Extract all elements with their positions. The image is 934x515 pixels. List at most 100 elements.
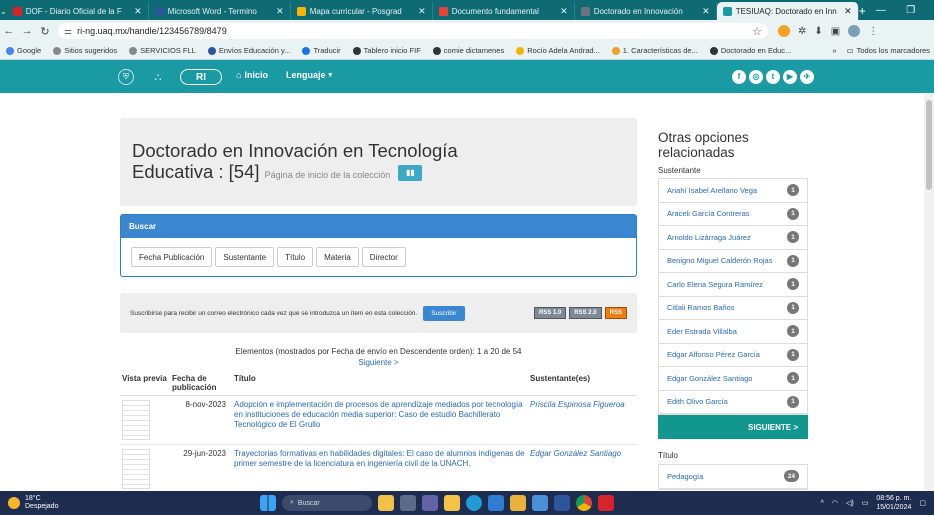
bookmark-item[interactable]: Traducir <box>302 46 341 55</box>
extension-icon[interactable] <box>778 25 790 37</box>
sidebar-facet-item[interactable]: Carlo Elena Segura Ramírez 1 <box>659 273 807 297</box>
tab-close-icon[interactable]: ✕ <box>276 6 284 17</box>
site-info-icon[interactable]: ⚌ <box>64 26 72 37</box>
tab-close-icon[interactable]: ✕ <box>560 6 568 17</box>
sidebar-facet-item[interactable]: Anahí Isabel Arellano Vega 1 <box>659 179 807 203</box>
battery-icon[interactable]: ▭ <box>862 499 869 507</box>
twitter-icon[interactable]: t <box>766 69 780 84</box>
nav-language-dropdown[interactable]: Lenguaje ▾ <box>286 70 332 80</box>
nav-home-link[interactable]: ⌂ Inicio <box>236 70 268 80</box>
browser-tab-2[interactable]: Mapa curricular - Posgrad ✕ <box>291 2 433 20</box>
sidebar-facet-item[interactable]: Arnoldo Lizárraga Juárez 1 <box>659 226 807 250</box>
tab-close-icon[interactable]: ✕ <box>134 6 142 17</box>
subscribe-button[interactable]: Suscribir <box>423 305 465 321</box>
browse-button[interactable]: Sustentante <box>215 247 275 267</box>
menu-icon[interactable]: ⋮ <box>868 26 878 37</box>
listing-next-link[interactable]: Siguiente > <box>120 358 637 367</box>
edge-icon[interactable] <box>466 495 482 511</box>
browse-button[interactable]: Director <box>361 247 406 267</box>
rss-feed-button[interactable]: RSS <box>604 307 627 319</box>
bookmark-item[interactable]: SERVICIOS FLL <box>129 46 196 55</box>
store-icon[interactable] <box>488 495 504 511</box>
bookmark-item[interactable]: Sitios sugeridos <box>53 46 117 55</box>
bookmark-star-icon[interactable]: ☆ <box>752 25 762 38</box>
sidepanel-icon[interactable]: ▣ <box>831 26 840 37</box>
document-thumbnail[interactable] <box>122 449 150 489</box>
author-cell[interactable]: Priscila Espinosa Figueroa <box>528 395 637 445</box>
item-title-link[interactable]: Trayectorias formativas en habilidades d… <box>234 449 525 468</box>
bookmark-item[interactable]: Doctorado en Educ... <box>709 46 791 55</box>
sidebar-facet-item[interactable]: Eder Estrada Villalba 1 <box>659 320 807 344</box>
sidebar-facet-item[interactable]: Benigno Miguel Calderón Rojas 1 <box>659 250 807 273</box>
bookmark-item[interactable]: 1. Características de... <box>611 46 698 55</box>
rss-feed-button[interactable]: RSS 1.0 <box>533 307 567 319</box>
chrome-icon[interactable] <box>576 495 592 511</box>
bookmark-item[interactable]: Tablero inicio FIF <box>352 46 421 55</box>
notifications-icon[interactable]: ▢ <box>919 499 926 507</box>
widgets-icon[interactable] <box>378 495 394 511</box>
tab-close-icon[interactable]: ✕ <box>844 6 852 17</box>
bookmark-item[interactable]: Google <box>6 46 41 55</box>
browser-tab-0[interactable]: DOF - Diario Oficial de la F ✕ <box>7 2 149 20</box>
sidebar-facet-item[interactable]: Edgar González Santiago 1 <box>659 367 807 391</box>
volume-icon[interactable]: ◁) <box>846 499 854 507</box>
sidebar-facet-item[interactable]: Edith Olivo García 1 <box>659 391 807 414</box>
browse-button[interactable]: Título <box>277 247 314 267</box>
stats-chart-icon[interactable]: ▮▮ <box>398 165 423 182</box>
youtube-icon[interactable]: ▶ <box>783 69 797 84</box>
tray-chevron-icon[interactable]: ^ <box>821 500 824 507</box>
all-bookmarks-folder[interactable]: ▭ Todos los marcadores <box>847 46 930 55</box>
tab-search-icon[interactable]: ⌄ <box>0 2 7 20</box>
browser-tab-1[interactable]: Microsoft Word - Termino ✕ <box>149 2 291 20</box>
wifi-icon[interactable]: ◠ <box>832 499 838 507</box>
tab-close-icon[interactable]: ✕ <box>418 6 426 17</box>
bookmark-item[interactable]: Rocío Adela Andrad... <box>516 46 600 55</box>
tab-close-icon[interactable]: ✕ <box>702 6 710 17</box>
photos-icon[interactable] <box>532 495 548 511</box>
folder-app-icon[interactable] <box>510 495 526 511</box>
item-title-link[interactable]: Adopción e implementación de procesos de… <box>234 400 523 429</box>
new-tab-button[interactable]: + <box>859 2 866 20</box>
extensions-puzzle-icon[interactable]: ✲ <box>798 26 806 37</box>
sidebar-facet-item[interactable]: Edgar Alfonso Pérez García 1 <box>659 344 807 367</box>
rss-feed-button[interactable]: RSS 2.0 <box>569 307 602 319</box>
browser-tab-5[interactable]: TESIUAQ: Doctorado en Inn ✕ <box>716 2 859 20</box>
weather-widget[interactable]: 18°C Despejado <box>0 495 200 511</box>
uaq-seal-icon[interactable]: ⛨ <box>118 69 134 85</box>
ri-logo[interactable]: RI <box>180 69 222 85</box>
windows-start-icon[interactable] <box>260 495 276 511</box>
facebook-icon[interactable]: f <box>732 69 746 84</box>
teams-icon[interactable] <box>422 495 438 511</box>
word-icon[interactable] <box>554 495 570 511</box>
telegram-icon[interactable]: ✈ <box>800 69 814 84</box>
url-input[interactable]: ⚌ ri-ng.uaq.mx/handle/123456789/8479 ☆ <box>58 23 768 39</box>
sidebar-facet-item[interactable]: Citlali Ramos Baños 1 <box>659 297 807 320</box>
forward-icon[interactable]: → <box>18 25 36 37</box>
task-view-icon[interactable] <box>400 495 416 511</box>
bookmark-item[interactable]: Envíos Educación y... <box>207 46 290 55</box>
browser-tab-4[interactable]: Doctorado en Innovación ✕ <box>575 2 717 20</box>
back-icon[interactable]: ← <box>0 25 18 37</box>
more-bookmarks-button[interactable]: » <box>832 46 836 55</box>
browser-tab-3[interactable]: Documento fundamental ✕ <box>433 2 575 20</box>
author-cell[interactable]: Edgar González Santiago <box>528 444 637 493</box>
minimize-icon[interactable]: — <box>866 0 896 20</box>
document-thumbnail[interactable] <box>122 400 150 440</box>
download-icon[interactable]: ⬇ <box>814 26 822 37</box>
clock[interactable]: 08:56 p. m. 15/01/2024 <box>876 494 911 512</box>
sidebar-facet-item[interactable]: Araceli García Contreras 1 <box>659 203 807 226</box>
taskbar-search-input[interactable]: ⌕ Buscar <box>282 495 372 511</box>
network-logo-icon[interactable]: ∴ <box>146 69 170 85</box>
acrobat-icon[interactable] <box>598 495 614 511</box>
sidebar-next-button[interactable]: SIGUIENTE > <box>658 415 808 439</box>
restore-icon[interactable]: ❐ <box>896 0 926 20</box>
page-scrollbar-thumb[interactable] <box>926 100 932 190</box>
reload-icon[interactable]: ↻ <box>36 25 54 38</box>
browse-button[interactable]: Fecha Publicación <box>131 247 213 267</box>
sidebar-facet-item[interactable]: Pedagogía 24 <box>659 465 807 489</box>
browse-button[interactable]: Materia <box>316 247 359 267</box>
profile-avatar[interactable] <box>848 25 861 37</box>
close-window-icon[interactable]: ✕ <box>926 0 934 20</box>
bookmark-item[interactable]: comie dictamenes <box>432 46 504 55</box>
instagram-icon[interactable]: ◎ <box>749 69 763 84</box>
